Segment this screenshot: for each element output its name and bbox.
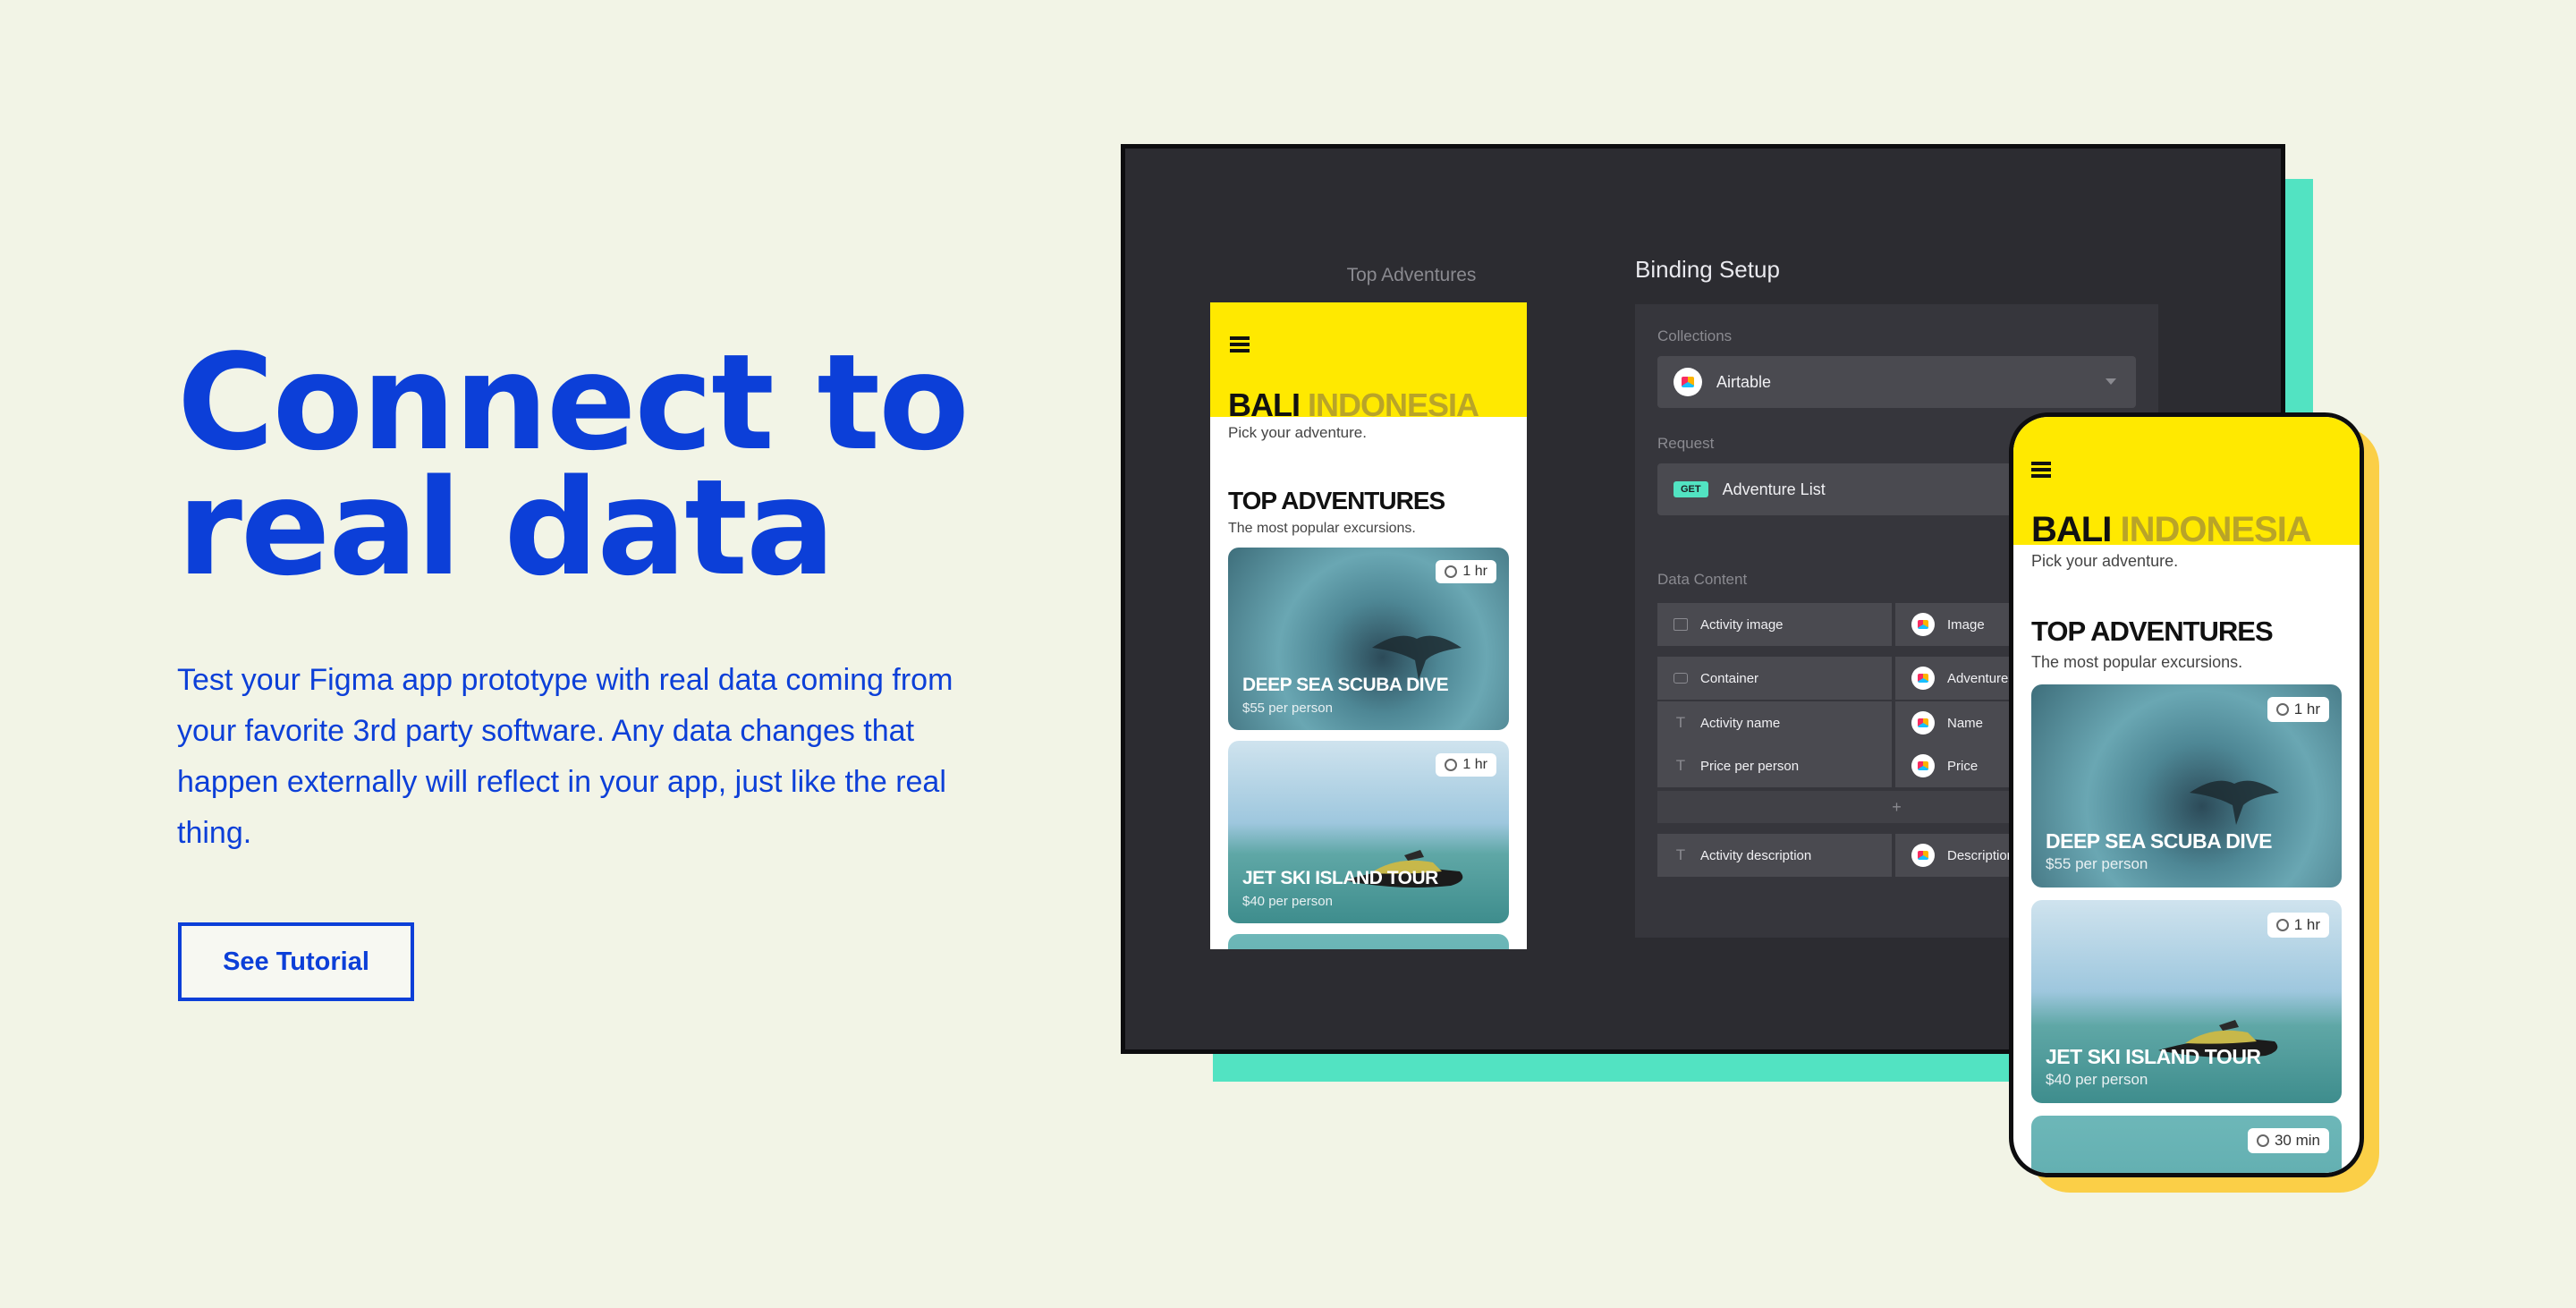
section-subtitle: The most popular excursions. [1228,521,1416,536]
duration-badge: 1 hr [1436,560,1496,583]
card-title: JET SKI ISLAND TOUR [1242,868,1438,888]
airtable-icon [1911,844,1935,867]
collections-label: Collections [1657,327,1733,344]
duration-text: 1 hr [2293,916,2320,933]
field-binding: Adventures [1947,670,2015,686]
app-header: BALI INDONESIA [2013,417,2360,549]
clock-icon [2256,1134,2269,1147]
text-icon: T [1675,846,1686,863]
brand-word-1: BALI [2031,510,2112,549]
see-tutorial-button[interactable]: See Tutorial [178,922,414,1001]
app-header: BALI INDONESIA [1210,302,1527,423]
hero-headline: Connect to real data [177,326,982,605]
data-content-label: Data Content [1657,571,1748,588]
duration-text: 1 hr [2293,701,2320,718]
brand-title: BALI INDONESIA [1228,386,1479,424]
screen-title: Top Adventures [1346,265,1477,285]
section-title: TOP ADVENTURES [2031,616,2274,647]
data-row-left: T Price per person [1657,744,1892,787]
hero-body: Test your Figma app prototype with real … [177,663,953,850]
brand-word-2: INDONESIA [2120,510,2311,549]
airtable-icon [1674,368,1702,396]
clock-icon [1445,759,1458,771]
card-price: $55 per person [1242,701,1333,716]
airtable-icon [1911,711,1935,735]
field-name: Activity name [1700,715,1781,731]
duration-text: 30 min [2274,1132,2320,1149]
app-preview: BALI INDONESIA Pick your adventure. TOP … [1210,302,1527,949]
brand-word-1: BALI [1228,386,1301,423]
airtable-icon [1911,613,1935,636]
duration-badge: 1 hr [1436,753,1496,777]
image-icon [1674,618,1688,631]
airtable-icon [1911,667,1935,690]
adventure-card[interactable]: 1 hr JET SKI ISLAND TOUR $40 per person [1228,741,1509,923]
binding-setup-title: Binding Setup [1635,256,1780,283]
field-binding: Price [1947,758,1979,774]
field-binding: Name [1947,715,1984,731]
card-price: $40 per person [1242,894,1333,909]
section-subtitle: The most popular excursions. [2031,653,2243,671]
duration-badge: 1 hr [2267,697,2329,722]
field-binding: Image [1947,616,1985,633]
headline-line-2: real data [177,451,835,605]
card-price: $55 per person [2046,855,2148,872]
request-label: Request [1657,435,1715,452]
container-icon [1674,673,1688,684]
duration-text: 1 hr [1462,564,1487,579]
field-binding: Description [1947,847,2015,863]
collections-select[interactable]: Airtable [1657,356,2136,408]
text-icon: T [1675,714,1686,731]
data-row-left: Activity image [1657,603,1892,646]
adventure-card[interactable] [1228,934,1509,949]
chevron-down-icon [2106,378,2116,385]
brand-title: BALI INDONESIA [2031,510,2312,550]
request-value: Adventure List [1722,480,1826,498]
text-icon: T [1675,757,1686,774]
airtable-icon [1911,754,1935,777]
data-row-left: T Activity description [1657,834,1892,877]
headline-line-1: Connect to [177,326,970,480]
field-name: Activity image [1700,616,1784,633]
adventure-card[interactable]: 30 min [2031,1116,2342,1173]
hamburger-icon[interactable] [1230,336,1250,352]
data-row-left: Container [1657,657,1892,700]
card-title: DEEP SEA SCUBA DIVE [2046,829,2272,853]
clock-icon [1445,565,1458,578]
manta-ray-image [2189,780,2279,825]
card-title: JET SKI ISLAND TOUR [2046,1045,2261,1068]
field-name: Container [1700,670,1759,686]
brand-word-2: INDONESIA [1308,386,1479,423]
get-method-badge: GET [1674,481,1708,497]
duration-badge: 1 hr [2267,913,2329,938]
adventure-card[interactable]: 1 hr JET SKI ISLAND TOUR $40 per person [2031,900,2342,1103]
phone-mockup: BALI INDONESIA Pick your adventure. TOP … [2009,412,2364,1177]
hamburger-icon[interactable] [2031,462,2051,478]
duration-badge: 30 min [2247,1128,2329,1153]
adventure-card[interactable]: 1 hr DEEP SEA SCUBA DIVE $55 per person [2031,684,2342,888]
data-row-left: T Activity name [1657,701,1892,744]
clock-icon [2275,919,2289,931]
field-name: Price per person [1700,758,1800,774]
card-price: $40 per person [2046,1071,2148,1088]
collections-value: Airtable [1716,372,1772,391]
clock-icon [2275,703,2289,716]
card-title: DEEP SEA SCUBA DIVE [1242,675,1449,695]
section-title: TOP ADVENTURES [1228,487,1445,514]
duration-text: 1 hr [1462,757,1487,772]
field-name: Activity description [1700,847,1812,863]
adventure-card[interactable]: 1 hr DEEP SEA SCUBA DIVE $55 per person [1228,548,1509,730]
